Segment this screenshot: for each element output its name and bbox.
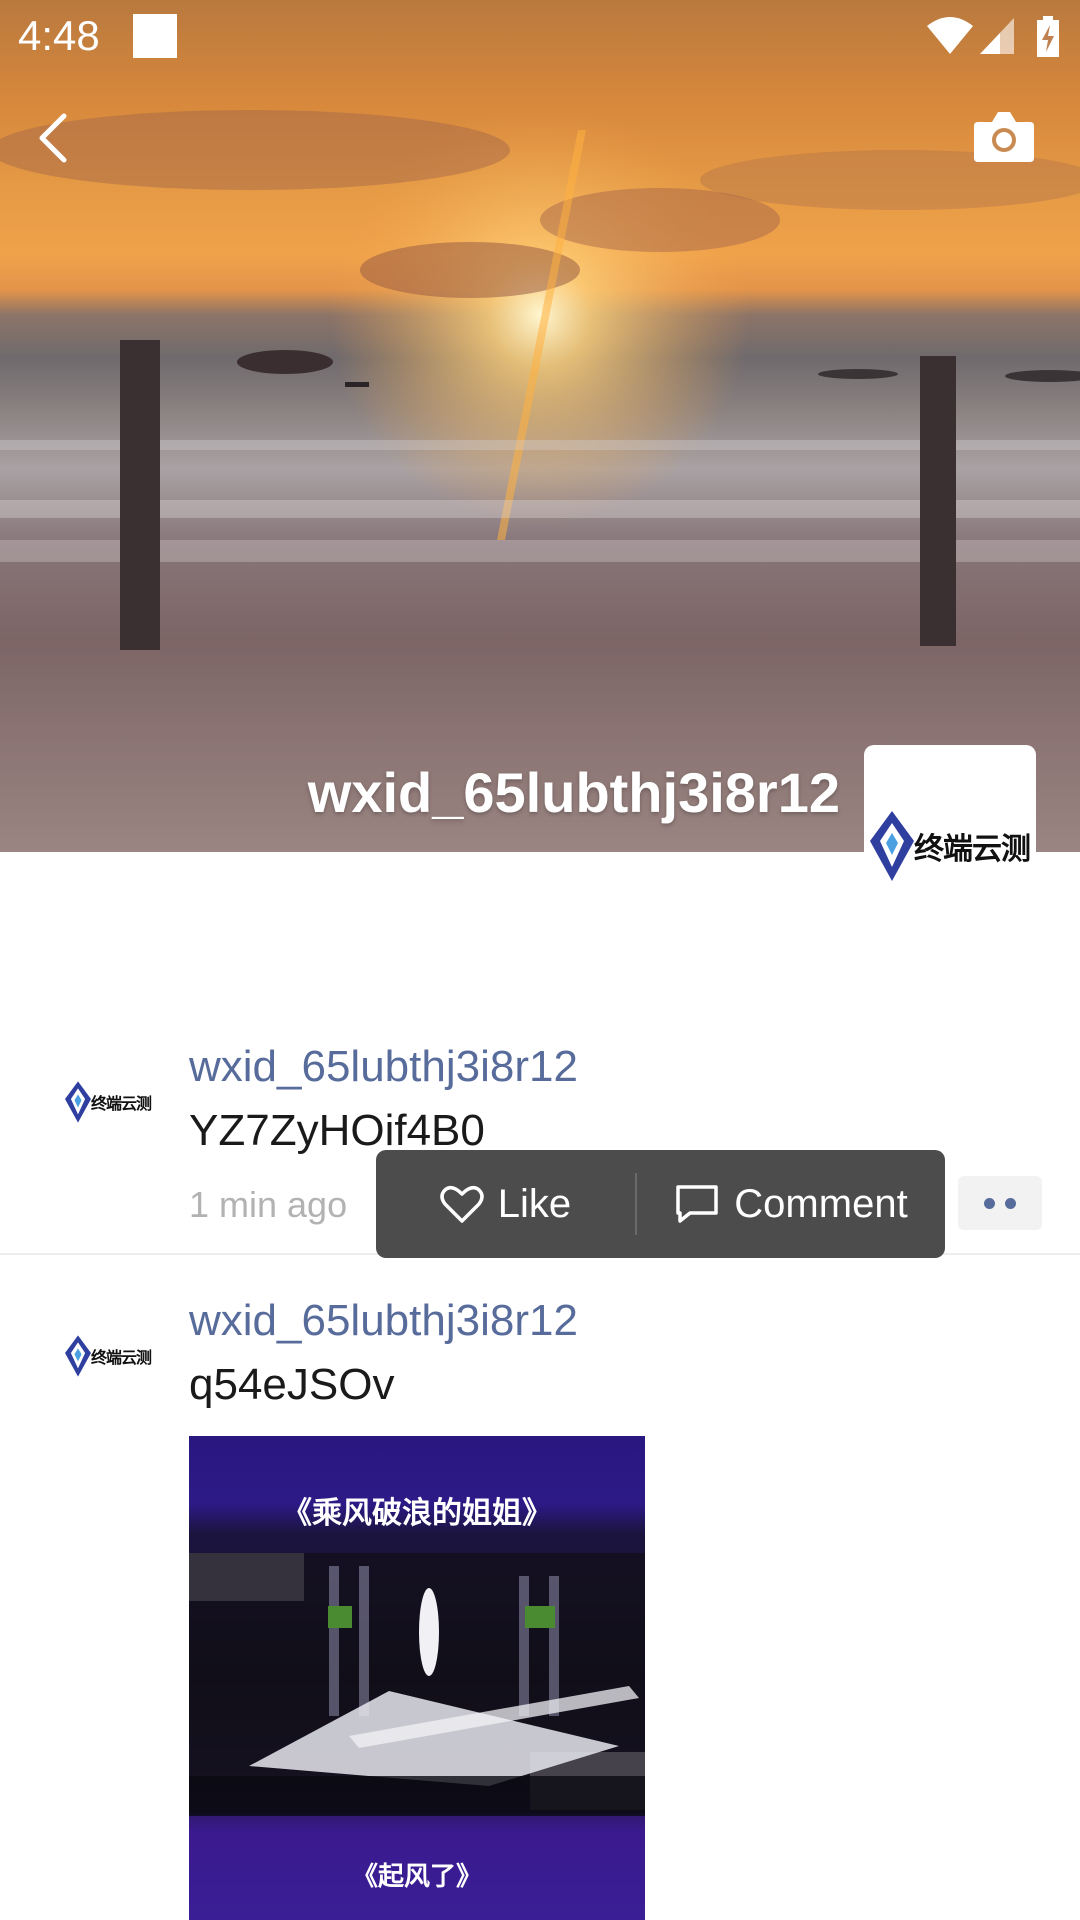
sunset-beach-scene	[0, 0, 1080, 852]
post-text: q54eJSOv	[189, 1360, 395, 1409]
more-dots-icon[interactable]	[958, 1176, 1042, 1230]
diamond-logo-icon	[870, 811, 914, 881]
camera-icon[interactable]	[972, 108, 1036, 164]
comment-button[interactable]: Comment	[637, 1150, 945, 1258]
comment-label: Comment	[734, 1181, 908, 1226]
cover-username[interactable]: wxid_65lubthj3i8r12	[308, 760, 840, 825]
battery-charging-icon	[1037, 16, 1059, 57]
cover-photo[interactable]: 4:48 wxid_65lubthj3i8r12	[0, 0, 1080, 852]
post-timestamp: 1 min ago	[189, 1184, 348, 1225]
back-icon[interactable]	[28, 100, 88, 180]
stage-performance-image	[189, 1553, 645, 1816]
diamond-logo-icon	[64, 1335, 91, 1377]
avatar-logo: 终端云测	[60, 1308, 156, 1404]
notification-icon	[133, 14, 177, 58]
like-button[interactable]: Like	[376, 1150, 635, 1258]
avatar-logo-text: 终端云测	[90, 1094, 152, 1113]
heart-outline-icon	[440, 1186, 484, 1223]
post-image[interactable]: 《乘风破浪的姐姐》 《起风了》	[189, 1436, 645, 1920]
signal-icon	[980, 18, 1014, 54]
profile-avatar[interactable]: 终端云测	[864, 745, 1036, 917]
avatar-logo: 终端云测	[864, 745, 1036, 917]
image-caption-bottom: 《起风了》	[351, 1862, 482, 1892]
post-text: YZ7ZyHOif4B0	[189, 1106, 485, 1155]
post-action-popup: Like Comment	[376, 1150, 945, 1258]
comment-bubble-icon	[676, 1185, 719, 1223]
post-avatar[interactable]: 终端云测	[60, 1054, 156, 1150]
dot	[984, 1197, 995, 1209]
diamond-logo-icon	[64, 1081, 91, 1123]
avatar-logo-text: 终端云测	[90, 1348, 152, 1367]
wifi-icon	[927, 17, 973, 54]
post-author-name[interactable]: wxid_65lubthj3i8r12	[189, 1296, 578, 1346]
avatar-logo-text: 终端云测	[914, 832, 1031, 867]
avatar-logo: 终端云测	[60, 1054, 156, 1150]
like-label: Like	[497, 1181, 572, 1226]
dot	[1005, 1197, 1016, 1209]
post-avatar[interactable]: 终端云测	[60, 1308, 156, 1404]
status-bar: 4:48	[0, 0, 1080, 76]
post-author-name[interactable]: wxid_65lubthj3i8r12	[189, 1042, 578, 1092]
status-time: 4:48	[18, 12, 100, 59]
